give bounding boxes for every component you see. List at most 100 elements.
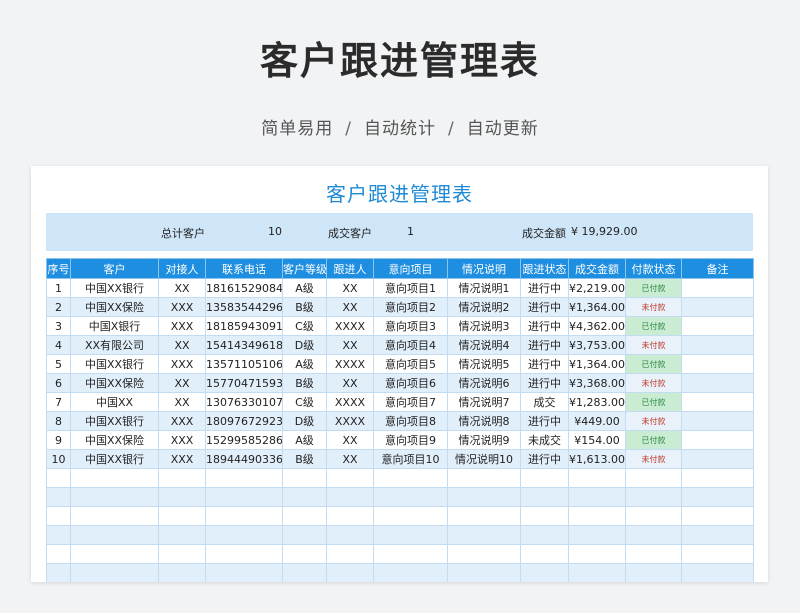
empty-cell[interactable] xyxy=(520,544,569,564)
empty-cell[interactable] xyxy=(326,506,374,526)
cell-amount[interactable]: ¥3,753.00 xyxy=(568,335,626,355)
deal-customers-value[interactable]: 1 xyxy=(407,225,414,238)
empty-cell[interactable] xyxy=(70,563,159,582)
cell-project[interactable]: 意向项目3 xyxy=(373,316,448,336)
empty-cell[interactable] xyxy=(205,563,283,582)
cell-notes[interactable]: 情况说明9 xyxy=(447,430,521,450)
cell-customer[interactable]: 中国XX银行 xyxy=(70,278,159,298)
empty-cell[interactable] xyxy=(520,468,569,488)
cell-amount[interactable]: ¥1,283.00 xyxy=(568,392,626,412)
cell-remark[interactable] xyxy=(681,278,754,298)
cell-notes[interactable]: 情况说明6 xyxy=(447,373,521,393)
cell-index[interactable]: 5 xyxy=(46,354,71,374)
empty-cell[interactable] xyxy=(158,506,206,526)
cell-index[interactable]: 6 xyxy=(46,373,71,393)
cell-level[interactable]: B级 xyxy=(282,373,327,393)
cell-index[interactable]: 3 xyxy=(46,316,71,336)
cell-payment[interactable]: 未付款 xyxy=(625,297,682,317)
cell-notes[interactable]: 情况说明1 xyxy=(447,278,521,298)
cell-customer[interactable]: 中国XX银行 xyxy=(70,354,159,374)
cell-remark[interactable] xyxy=(681,411,754,431)
cell-level[interactable]: A级 xyxy=(282,278,327,298)
empty-cell[interactable] xyxy=(46,506,71,526)
cell-payment[interactable]: 已付款 xyxy=(625,430,682,450)
cell-remark[interactable] xyxy=(681,354,754,374)
cell-amount[interactable]: ¥2,219.00 xyxy=(568,278,626,298)
empty-cell[interactable] xyxy=(681,544,754,564)
empty-cell[interactable] xyxy=(158,544,206,564)
cell-remark[interactable] xyxy=(681,335,754,355)
cell-project[interactable]: 意向项目10 xyxy=(373,449,448,469)
cell-phone[interactable]: 18944490336 xyxy=(205,449,283,469)
header-col-status[interactable]: 跟进状态 xyxy=(520,258,569,279)
empty-cell[interactable] xyxy=(326,544,374,564)
header-col-project[interactable]: 意向项目 xyxy=(373,258,448,279)
empty-cell[interactable] xyxy=(205,525,283,545)
cell-amount[interactable]: ¥1,364.00 xyxy=(568,297,626,317)
cell-customer[interactable]: 中国XX保险 xyxy=(70,373,159,393)
empty-cell[interactable] xyxy=(282,563,327,582)
cell-project[interactable]: 意向项目7 xyxy=(373,392,448,412)
cell-remark[interactable] xyxy=(681,373,754,393)
empty-cell[interactable] xyxy=(447,563,521,582)
empty-cell[interactable] xyxy=(46,468,71,488)
cell-phone[interactable]: 13076330107 xyxy=(205,392,283,412)
empty-cell[interactable] xyxy=(205,487,283,507)
empty-cell[interactable] xyxy=(373,487,448,507)
header-col-notes[interactable]: 情况说明 xyxy=(447,258,521,279)
cell-remark[interactable] xyxy=(681,449,754,469)
empty-cell[interactable] xyxy=(625,487,682,507)
empty-cell[interactable] xyxy=(681,506,754,526)
cell-amount[interactable]: ¥449.00 xyxy=(568,411,626,431)
cell-level[interactable]: C级 xyxy=(282,392,327,412)
header-col-contact[interactable]: 对接人 xyxy=(158,258,206,279)
empty-cell[interactable] xyxy=(681,563,754,582)
cell-project[interactable]: 意向项目1 xyxy=(373,278,448,298)
empty-cell[interactable] xyxy=(205,468,283,488)
empty-cell[interactable] xyxy=(205,544,283,564)
cell-remark[interactable] xyxy=(681,316,754,336)
empty-cell[interactable] xyxy=(70,525,159,545)
cell-contact[interactable]: XX xyxy=(158,278,206,298)
cell-project[interactable]: 意向项目8 xyxy=(373,411,448,431)
cell-project[interactable]: 意向项目9 xyxy=(373,430,448,450)
empty-cell[interactable] xyxy=(70,487,159,507)
cell-level[interactable]: D级 xyxy=(282,411,327,431)
cell-follower[interactable]: XX xyxy=(326,373,374,393)
cell-payment[interactable]: 未付款 xyxy=(625,411,682,431)
total-customers-value[interactable]: 10 xyxy=(268,225,282,238)
cell-follower[interactable]: XXXX xyxy=(326,316,374,336)
cell-phone[interactable]: 15770471593 xyxy=(205,373,283,393)
header-col-follower[interactable]: 跟进人 xyxy=(326,258,374,279)
cell-payment[interactable]: 已付款 xyxy=(625,278,682,298)
cell-level[interactable]: B级 xyxy=(282,449,327,469)
empty-cell[interactable] xyxy=(568,506,626,526)
empty-cell[interactable] xyxy=(520,506,569,526)
empty-cell[interactable] xyxy=(158,468,206,488)
cell-amount[interactable]: ¥4,362.00 xyxy=(568,316,626,336)
cell-phone[interactable]: 13571105106 xyxy=(205,354,283,374)
cell-customer[interactable]: 中国XX银行 xyxy=(70,411,159,431)
cell-index[interactable]: 4 xyxy=(46,335,71,355)
cell-customer[interactable]: XX有限公司 xyxy=(70,335,159,355)
deal-amount-value[interactable]: ¥ 19,929.00 xyxy=(571,225,637,238)
cell-status[interactable]: 进行中 xyxy=(520,335,569,355)
cell-level[interactable]: A级 xyxy=(282,354,327,374)
empty-cell[interactable] xyxy=(568,468,626,488)
cell-phone[interactable]: 18097672923 xyxy=(205,411,283,431)
empty-cell[interactable] xyxy=(447,487,521,507)
empty-cell[interactable] xyxy=(46,563,71,582)
empty-cell[interactable] xyxy=(326,487,374,507)
cell-follower[interactable]: XX xyxy=(326,335,374,355)
cell-status[interactable]: 成交 xyxy=(520,392,569,412)
cell-notes[interactable]: 情况说明5 xyxy=(447,354,521,374)
cell-remark[interactable] xyxy=(681,430,754,450)
header-col-payment[interactable]: 付款状态 xyxy=(625,258,682,279)
cell-payment[interactable]: 已付款 xyxy=(625,316,682,336)
cell-notes[interactable]: 情况说明8 xyxy=(447,411,521,431)
empty-cell[interactable] xyxy=(46,544,71,564)
empty-cell[interactable] xyxy=(447,468,521,488)
cell-amount[interactable]: ¥1,613.00 xyxy=(568,449,626,469)
empty-cell[interactable] xyxy=(70,544,159,564)
cell-index[interactable]: 1 xyxy=(46,278,71,298)
